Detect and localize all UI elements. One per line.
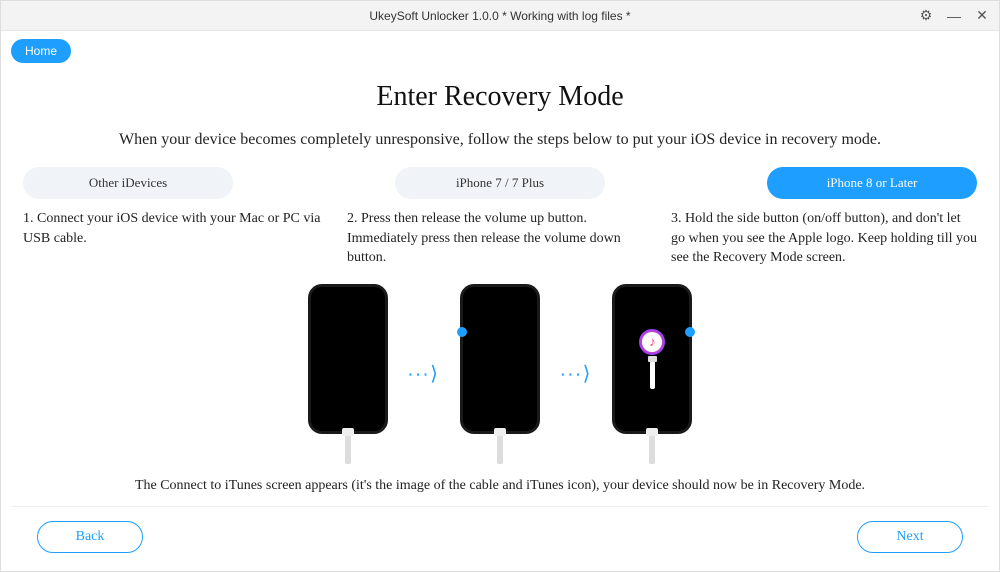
step-3-text: 3. Hold the side button (on/off button),…	[671, 209, 977, 268]
titlebar: UkeySoft Unlocker 1.0.0 * Working with l…	[1, 1, 999, 31]
side-button-indicator-icon	[685, 327, 695, 337]
next-button[interactable]: Next	[857, 521, 963, 553]
phone-step-2	[460, 284, 540, 464]
usb-cable-icon	[649, 434, 655, 464]
phone-icon	[308, 284, 388, 434]
itunes-icon: ♪	[639, 329, 665, 355]
phone-step-1	[308, 284, 388, 464]
usb-cable-icon	[345, 434, 351, 464]
steps-row: 1. Connect your iOS device with your Mac…	[11, 209, 989, 268]
tab-other-idevices[interactable]: Other iDevices	[23, 167, 233, 199]
phone-notch-icon	[482, 287, 518, 297]
phone-notch-icon	[330, 287, 366, 297]
tab-iphone-7[interactable]: iPhone 7 / 7 Plus	[395, 167, 605, 199]
recovery-screen-icon: ♪	[639, 329, 665, 389]
nav-row: Back Next	[11, 506, 989, 571]
titlebar-title: UkeySoft Unlocker 1.0.0 * Working with l…	[369, 9, 630, 23]
music-note-icon: ♪	[649, 334, 656, 349]
app-window: UkeySoft Unlocker 1.0.0 * Working with l…	[0, 0, 1000, 572]
arrow-icon: ∙∙∙⟩	[408, 361, 440, 386]
content-area: Home Enter Recovery Mode When your devic…	[1, 31, 999, 571]
tab-iphone-8-later[interactable]: iPhone 8 or Later	[767, 167, 977, 199]
phone-notch-icon	[634, 287, 670, 297]
arrow-icon: ∙∙∙⟩	[560, 361, 592, 386]
settings-icon[interactable]: ⚙	[917, 7, 935, 24]
lightning-cable-icon	[650, 361, 655, 389]
page-subtitle: When your device becomes completely unre…	[11, 131, 989, 149]
footer-instruction: The Connect to iTunes screen appears (it…	[11, 478, 989, 494]
phone-icon	[460, 284, 540, 434]
page-title: Enter Recovery Mode	[11, 81, 989, 113]
usb-cable-icon	[497, 434, 503, 464]
phone-illustrations: ∙∙∙⟩ ∙∙∙⟩ ♪	[11, 284, 989, 464]
phone-icon: ♪	[612, 284, 692, 434]
volume-button-indicator-icon	[457, 327, 467, 337]
device-tabs: Other iDevices iPhone 7 / 7 Plus iPhone …	[11, 167, 989, 199]
step-2-text: 2. Press then release the volume up butt…	[347, 209, 653, 268]
home-button[interactable]: Home	[11, 39, 71, 63]
close-icon[interactable]: ✕	[973, 7, 991, 24]
titlebar-controls: ⚙ — ✕	[917, 1, 991, 30]
back-button[interactable]: Back	[37, 521, 143, 553]
phone-step-3: ♪	[612, 284, 692, 464]
minimize-icon[interactable]: —	[945, 8, 963, 24]
step-1-text: 1. Connect your iOS device with your Mac…	[23, 209, 329, 268]
